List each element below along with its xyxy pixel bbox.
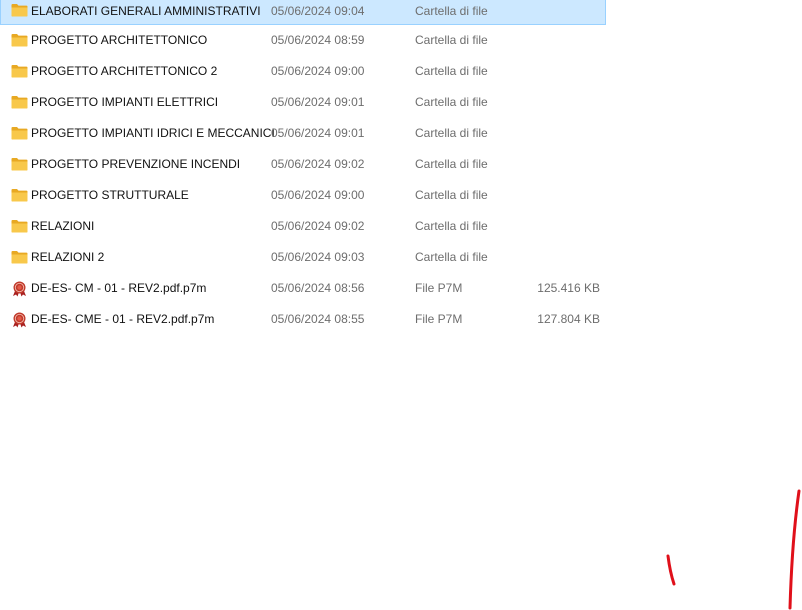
item-date-modified: 05/06/2024 09:00 — [271, 188, 365, 202]
item-name: ELABORATI GENERALI AMMINISTRATIVI — [31, 4, 261, 18]
folder-icon — [11, 0, 28, 27]
item-type: Cartella di file — [415, 95, 488, 109]
item-name: DE-ES- CME - 01 - REV2.pdf.p7m — [31, 312, 215, 326]
item-type: Cartella di file — [415, 64, 488, 78]
item-name: PROGETTO PREVENZIONE INCENDI — [31, 157, 241, 171]
item-type: Cartella di file — [415, 219, 488, 233]
folder-icon — [11, 89, 28, 116]
folder-icon — [11, 182, 28, 209]
item-name: RELAZIONI 2 — [31, 250, 105, 264]
folder-row[interactable]: RELAZIONI 05/06/2024 09:02 Cartella di fil… — [0, 212, 606, 243]
folder-row[interactable]: ELABORATI GENERALI AMMINISTRATIVI 05/06/2… — [0, 0, 606, 25]
signed-file-seal-icon — [11, 275, 28, 302]
item-type: File P7M — [415, 281, 463, 295]
folder-row[interactable]: PROGETTO ARCHITETTONICO 2 05/06/2024 09:0… — [0, 57, 606, 88]
file-list: ELABORATI GENERALI AMMINISTRATIVI 05/06/2… — [0, 0, 606, 336]
item-type: Cartella di file — [415, 126, 488, 140]
item-date-modified: 05/06/2024 08:59 — [271, 33, 365, 47]
item-date-modified: 05/06/2024 08:55 — [271, 312, 365, 326]
item-name: RELAZIONI — [31, 219, 95, 233]
item-name: PROGETTO ARCHITETTONICO — [31, 33, 208, 47]
item-name: DE-ES- CM - 01 - REV2.pdf.p7m — [31, 281, 207, 295]
item-type: Cartella di file — [415, 4, 488, 18]
item-date-modified: 05/06/2024 09:01 — [271, 126, 365, 140]
item-date-modified: 05/06/2024 09:01 — [271, 95, 365, 109]
item-name: PROGETTO IMPIANTI IDRICI E MECCANICI — [31, 126, 275, 140]
folder-icon — [11, 151, 28, 178]
item-size: 127.804 KB — [537, 312, 600, 326]
folder-row[interactable]: PROGETTO PREVENZIONE INCENDI 05/06/2024 0… — [0, 150, 606, 181]
item-date-modified: 05/06/2024 09:02 — [271, 219, 365, 233]
folder-row[interactable]: RELAZIONI 2 05/06/2024 09:03 Cartella di f… — [0, 243, 606, 274]
folder-row[interactable]: PROGETTO ARCHITETTONICO 05/06/2024 08:59 C… — [0, 26, 606, 57]
folder-icon — [11, 27, 28, 54]
folder-row[interactable]: PROGETTO STRUTTURALE 05/06/2024 09:00 Cart… — [0, 181, 606, 212]
item-date-modified: 05/06/2024 08:56 — [271, 281, 365, 295]
signed-file-seal-icon — [11, 306, 28, 333]
file-row[interactable]: DE-ES- CM - 01 - REV2.pdf.p7m 05/06/2024 … — [0, 274, 606, 305]
folder-icon — [11, 213, 28, 240]
folder-icon — [11, 244, 28, 271]
item-name: PROGETTO IMPIANTI ELETTRICI — [31, 95, 219, 109]
item-date-modified: 05/06/2024 09:04 — [271, 4, 365, 18]
red-annotation-stroke — [666, 554, 676, 586]
folder-row[interactable]: PROGETTO IMPIANTI IDRICI E MECCANICI 05/0… — [0, 119, 606, 150]
item-type: File P7M — [415, 312, 463, 326]
item-type: Cartella di file — [415, 33, 488, 47]
folder-row[interactable]: PROGETTO IMPIANTI ELETTRICI 05/06/2024 09… — [0, 88, 606, 119]
item-name: PROGETTO STRUTTURALE — [31, 188, 189, 202]
folder-icon — [11, 58, 28, 85]
item-type: Cartella di file — [415, 157, 488, 171]
item-date-modified: 05/06/2024 09:00 — [271, 64, 365, 78]
item-type: Cartella di file — [415, 250, 488, 264]
item-date-modified: 05/06/2024 09:03 — [271, 250, 365, 264]
item-name: PROGETTO ARCHITETTONICO 2 — [31, 64, 218, 78]
item-date-modified: 05/06/2024 09:02 — [271, 157, 365, 171]
file-row[interactable]: DE-ES- CME - 01 - REV2.pdf.p7m 05/06/2024… — [0, 305, 606, 336]
red-annotation-stroke — [788, 489, 801, 610]
item-size: 125.416 KB — [537, 281, 600, 295]
item-type: Cartella di file — [415, 188, 488, 202]
folder-icon — [11, 120, 28, 147]
